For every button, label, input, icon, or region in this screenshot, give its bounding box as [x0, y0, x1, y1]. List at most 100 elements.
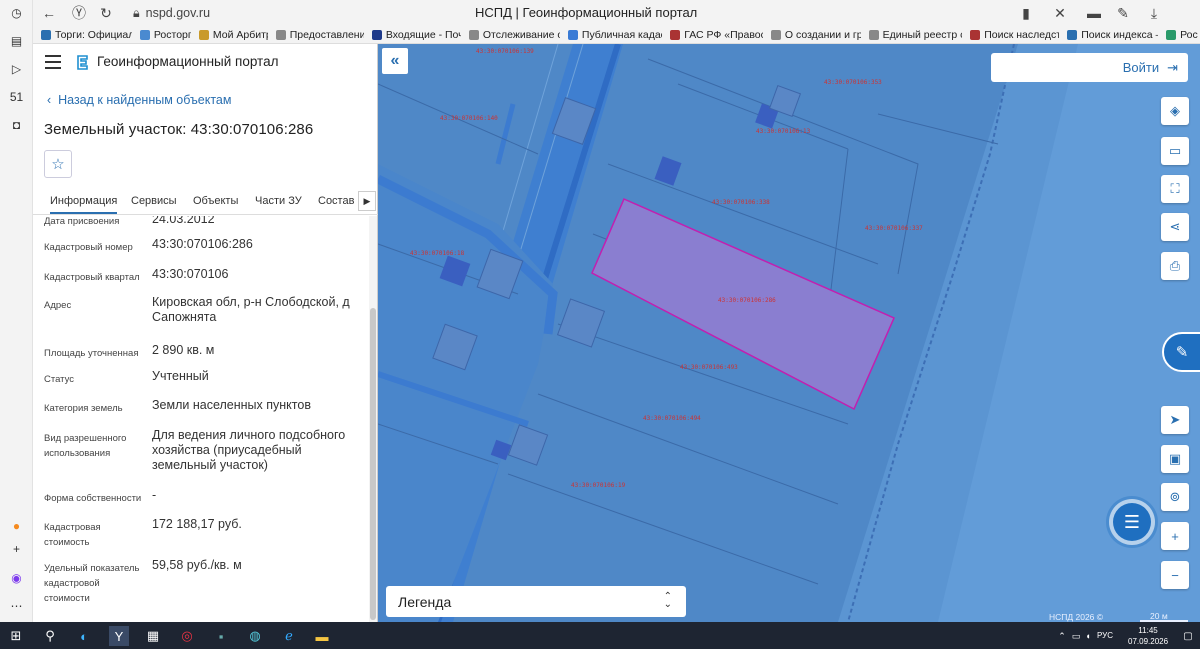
tab-parts[interactable]: Части ЗУ — [255, 195, 302, 207]
bookmark-item[interactable]: Росторг — [132, 29, 191, 41]
volume-icon[interactable]: ◖ — [1078, 626, 1098, 646]
save-app-icon[interactable]: ▪ — [211, 626, 231, 646]
property-value: 43:30:070106:286 — [152, 237, 253, 251]
taskbar: ⊞ ⚲ ◐ Y ▦ ◎ ▪ ◍ ℯ ▬ ⌃ ▭ ◖ РУС 11:45 07.0… — [0, 622, 1200, 649]
download-icon[interactable]: ⤓ — [1145, 4, 1163, 22]
address-bar[interactable]: 🔒︎ nspd.gov.ru — [133, 3, 210, 23]
yandex-icon[interactable]: Ⓨ — [70, 4, 88, 22]
copyright-text: НСПД 2026 © — [1049, 612, 1104, 622]
share-button[interactable]: ⋖ — [1161, 213, 1189, 241]
search-icon[interactable]: ⚲ — [40, 626, 60, 646]
app-51-icon[interactable]: 51 — [8, 88, 25, 105]
tabs-scroll-right-icon[interactable]: ▶ — [358, 191, 376, 211]
map-view[interactable]: 43:30:070106:139 43:30:070106:353 43:30:… — [378, 44, 1200, 622]
collapse-panel-button[interactable]: « — [382, 48, 408, 74]
bookmark-item[interactable]: Отслеживание от — [461, 29, 560, 41]
bookmark-favicon-icon — [41, 29, 51, 40]
bookmark-item[interactable]: Публичная кадаст — [560, 29, 662, 41]
yandex-browser-icon[interactable]: Y — [109, 626, 129, 646]
panel-scrollbar-thumb[interactable] — [370, 308, 376, 620]
property-value: 59,58 руб./кв. м — [152, 558, 242, 572]
zoom-out-button[interactable]: − — [1161, 561, 1189, 589]
bookmark-item[interactable]: Поиск наследсте — [962, 29, 1059, 41]
bookmark-item[interactable]: Мой Арбитр — [191, 29, 268, 41]
bookmark-favicon-icon — [139, 29, 150, 40]
back-to-results-link[interactable]: ‹ Назад к найденным объектам — [47, 93, 231, 107]
property-label: Кадастровый номер — [44, 242, 133, 253]
edge-icon[interactable]: ◐ — [74, 626, 94, 646]
history-icon[interactable]: ◷ — [8, 4, 25, 21]
notifications-icon[interactable]: ▢ — [1178, 626, 1198, 646]
back-label: Назад к найденным объектам — [58, 93, 232, 107]
ruler-icon: ▭ — [1168, 143, 1182, 158]
mail-app-icon[interactable]: ● — [8, 517, 25, 534]
add-icon[interactable]: + — [8, 540, 25, 557]
extension-icon[interactable]: ✕ — [1051, 4, 1069, 22]
bookmark-item[interactable]: О создании и гра — [763, 29, 861, 41]
puzzle-icon[interactable]: ✎ — [1114, 4, 1132, 22]
bookmarks-bar: Торги: Официаль Росторг Мой Арбитр Предоста… — [33, 26, 1200, 44]
location-pin-icon: ⊚ — [1169, 489, 1181, 504]
selected-parcel[interactable] — [591, 198, 895, 411]
windows-start-icon[interactable]: ⊞ — [6, 626, 26, 646]
back-arrow-icon[interactable]: ← — [40, 4, 58, 22]
ie-icon[interactable]: ℯ — [279, 626, 299, 646]
parcel-label: 43:30:070106:337 — [865, 225, 923, 232]
legend-dropdown[interactable]: Легенда ⌃ ⌄ — [386, 586, 686, 617]
layers-button[interactable]: ◈ — [1161, 97, 1189, 125]
app-icon[interactable]: ◎ — [177, 626, 197, 646]
layers-icon: ◈ — [1170, 103, 1180, 118]
panel-tabs: Информация Сервисы Объекты Части ЗУ Сост… — [33, 189, 378, 215]
tab-info[interactable]: Информация — [50, 195, 118, 214]
video-icon[interactable]: ▷ — [8, 60, 25, 77]
print-button[interactable]: ⎙ — [1161, 252, 1189, 280]
screenshot-icon[interactable]: ◘ — [8, 116, 25, 133]
app-icon[interactable]: ▦ — [143, 626, 163, 646]
property-list: Дата присвоения 24.03.2012 Кадастровый ном… — [33, 216, 368, 622]
bookmark-item[interactable]: Рос — [1158, 29, 1200, 41]
bookmark-item[interactable]: Предоставление — [268, 29, 364, 41]
bookmark-item[interactable]: Торги: Официаль — [33, 29, 132, 41]
input-language[interactable]: РУС — [1097, 631, 1113, 640]
app-icon[interactable]: ◍ — [245, 626, 265, 646]
property-label: Кадастровая стоимость — [44, 522, 101, 548]
collections-icon[interactable]: ▤ — [8, 32, 25, 49]
clock-time: 11:45 — [1138, 626, 1158, 635]
parcel-label: 43:30:070106:494 — [643, 415, 701, 422]
reload-icon[interactable]: ↻ — [97, 4, 115, 22]
map-canvas[interactable]: 43:30:070106:139 43:30:070106:353 43:30:… — [378, 44, 1200, 622]
parcel-label: 43:30:070106:139 — [476, 48, 534, 55]
measure-button[interactable]: ▭ — [1161, 137, 1189, 165]
bookmark-favicon-icon — [468, 29, 479, 40]
panel-header: Геоинформационный портал — [33, 44, 378, 80]
menu-icon[interactable] — [45, 55, 61, 69]
bookmark-label: Рос — [1180, 28, 1198, 41]
zoom-in-button[interactable]: + — [1161, 522, 1189, 550]
folder-icon[interactable]: ▬ — [312, 626, 332, 646]
bookmark-item[interactable]: Единый реестр су — [861, 29, 962, 41]
more-icon[interactable]: ⋯ — [8, 597, 25, 614]
minimap-button[interactable]: ▣ — [1161, 445, 1189, 473]
assistant-icon[interactable]: ◉ — [8, 569, 25, 586]
bookmark-icon[interactable]: ▮ — [1017, 4, 1035, 22]
login-label: Войти — [1122, 60, 1160, 75]
bookmark-item[interactable]: Поиск индекса — — [1059, 29, 1158, 41]
bookmark-item[interactable]: ГАС РФ «Правосу — [662, 29, 763, 41]
geolocation-button[interactable]: ➤ — [1161, 406, 1189, 434]
location-button[interactable]: ⊚ — [1161, 483, 1189, 511]
tab-objects[interactable]: Объекты — [193, 195, 238, 207]
parcel-label: 43:30:070106:338 — [712, 199, 770, 206]
bookmark-label: ГАС РФ «Правосу — [684, 28, 763, 41]
bookmark-item[interactable]: Входящие - Почт — [364, 29, 461, 41]
cloud-icon[interactable]: ▬ — [1085, 4, 1103, 22]
select-area-button[interactable]: ⛶ — [1161, 175, 1189, 203]
side-tab-button[interactable]: ✎ — [1162, 332, 1200, 372]
portal-name: Геоинформационный портал — [97, 54, 279, 69]
clock[interactable]: 11:45 07.09.2026 — [1128, 625, 1168, 647]
parcel-label: 43:30:070106:353 — [824, 79, 882, 86]
tab-composition[interactable]: Состав — [318, 195, 354, 207]
favorite-button[interactable]: ☆ — [44, 150, 72, 178]
tab-services[interactable]: Сервисы — [131, 195, 177, 207]
chat-button[interactable]: ☰ — [1113, 503, 1151, 541]
login-button[interactable]: Войти ⇥ — [991, 53, 1188, 82]
